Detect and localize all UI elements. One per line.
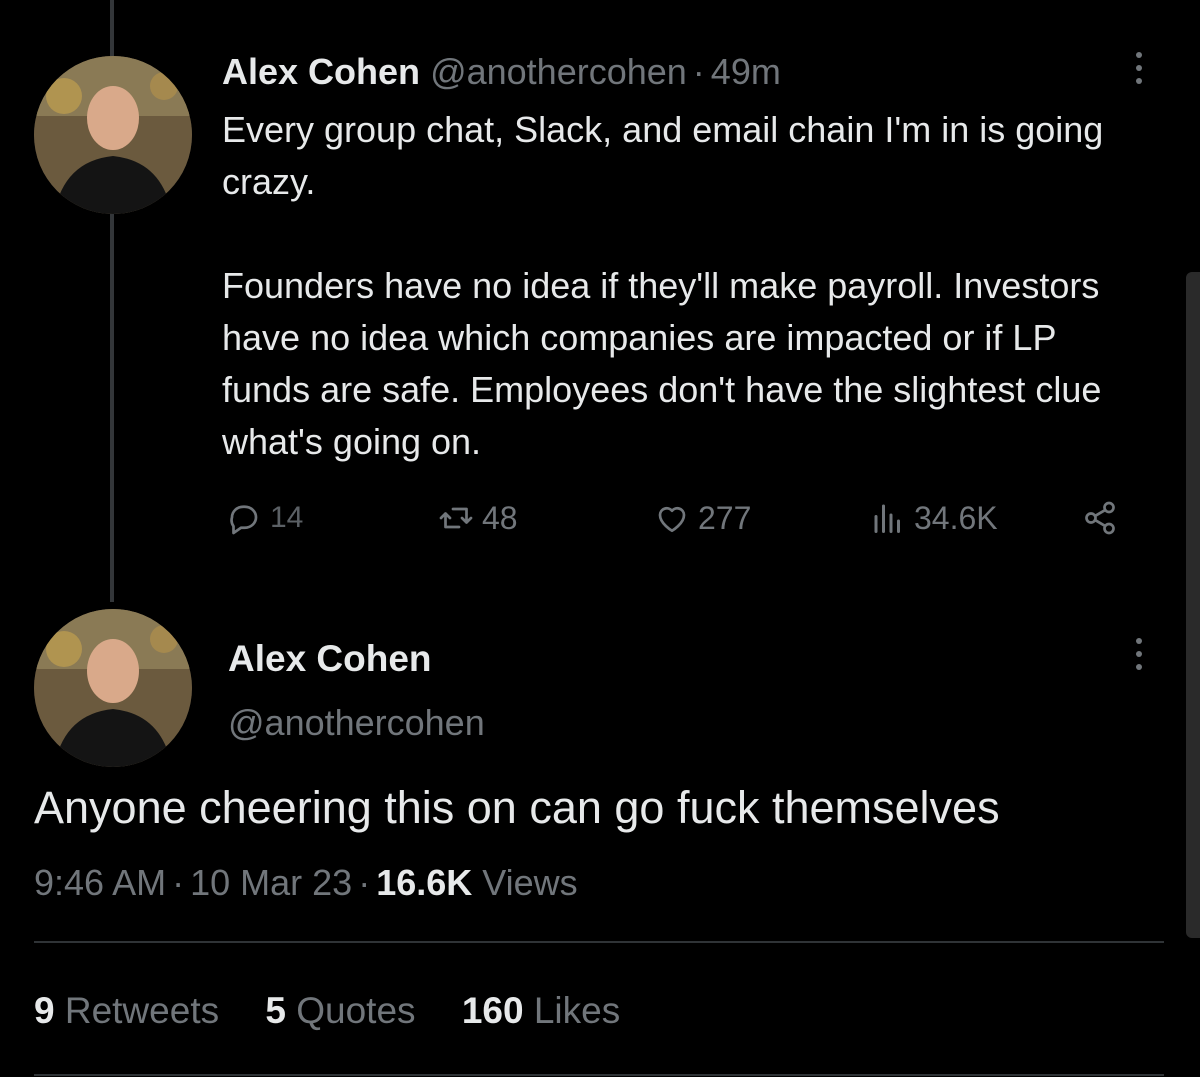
tweet-age[interactable]: 49m <box>711 51 781 92</box>
share-icon <box>1085 501 1115 535</box>
avatar[interactable] <box>34 56 192 214</box>
retweets-stat[interactable]: 9 Retweets <box>34 990 219 1031</box>
likes-stat[interactable]: 160 Likes <box>462 990 620 1031</box>
author-handle[interactable]: @anothercohen <box>228 702 485 744</box>
separator-dot: · <box>172 862 185 903</box>
retweets-count: 9 <box>34 990 55 1031</box>
separator-dot: · <box>692 51 705 92</box>
avatar[interactable] <box>34 609 192 767</box>
tweet-meta: 9:46 AM · 10 Mar 23 · 16.6K Views <box>34 862 578 904</box>
tweet-text: Every group chat, Slack, and email chain… <box>222 104 1122 468</box>
avatar-image <box>34 609 192 767</box>
reply-button[interactable]: 14 <box>226 494 303 542</box>
views-label: Views <box>482 862 578 903</box>
views-icon <box>874 504 900 533</box>
tweet-time[interactable]: 9:46 AM <box>34 862 166 903</box>
author-handle[interactable]: @anothercohen <box>430 51 687 92</box>
views-count: 34.6K <box>914 499 998 536</box>
retweets-label: Retweets <box>64 990 220 1031</box>
tweet-text: Anyone cheering this on can go fuck them… <box>34 782 1000 833</box>
quotes-label: Quotes <box>296 990 416 1031</box>
quotes-count: 5 <box>265 990 286 1031</box>
divider <box>34 1074 1164 1076</box>
quotes-stat[interactable]: 5 Quotes <box>265 990 415 1031</box>
scrollbar[interactable] <box>1186 272 1200 938</box>
retweet-icon <box>439 507 473 529</box>
divider <box>34 941 1164 943</box>
tweet-stats: 9 Retweets 5 Quotes 160 Likes <box>34 990 656 1032</box>
likes-count: 160 <box>461 990 524 1031</box>
separator-dot: · <box>358 862 371 903</box>
tweet-paragraph: Every group chat, Slack, and email chain… <box>222 109 1104 202</box>
more-icon[interactable] <box>1133 52 1145 92</box>
author-name[interactable]: Alex Cohen <box>228 638 432 680</box>
avatar-image <box>34 56 192 214</box>
reply-icon <box>230 505 258 535</box>
tweet-paragraph: Founders have no idea if they'll make pa… <box>222 265 1102 462</box>
views-button[interactable]: 34.6K <box>870 494 998 542</box>
likes-label: Likes <box>533 990 621 1031</box>
views-count: 16.6K <box>376 862 473 903</box>
heart-icon <box>658 506 686 533</box>
reply-count: 14 <box>270 501 304 534</box>
share-button[interactable] <box>1082 494 1126 542</box>
tweet-header: Alex Cohen @anothercohen · 49m <box>222 50 781 94</box>
retweet-button[interactable]: 48 <box>438 494 518 542</box>
like-count: 277 <box>698 499 752 536</box>
like-button[interactable]: 277 <box>654 494 751 542</box>
author-name[interactable]: Alex Cohen <box>222 51 420 92</box>
retweet-count: 48 <box>482 499 518 536</box>
tweet-date[interactable]: 10 Mar 23 <box>190 862 352 903</box>
more-icon[interactable] <box>1133 638 1145 678</box>
tweet-actions: 14 48 277 34.6K <box>222 494 1132 542</box>
